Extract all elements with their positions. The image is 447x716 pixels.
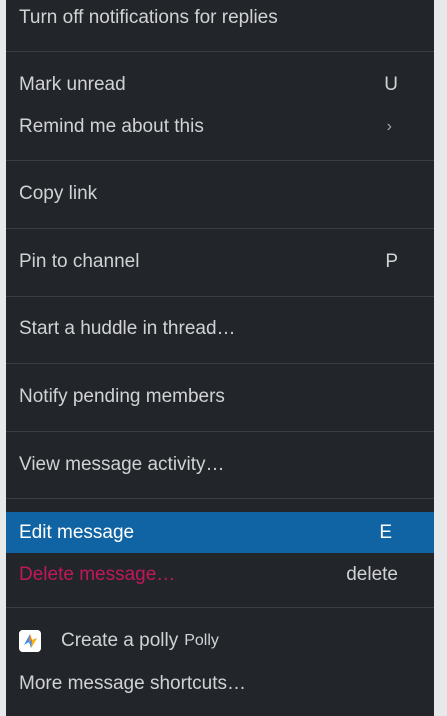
menu-divider — [6, 363, 434, 364]
menu-item-label: Edit message — [19, 521, 135, 543]
menu-item-label: Turn off notifications for replies — [19, 7, 278, 28]
chevron-right-icon: › — [386, 118, 392, 135]
menu-item-label: Mark unread — [19, 74, 126, 95]
menu-item-label: Delete message… — [19, 564, 176, 585]
menu-item-turn-off-notifications[interactable]: Turn off notifications for replies — [6, 0, 434, 36]
polly-app-icon — [19, 630, 41, 652]
shortcut-hint: delete — [346, 564, 398, 585]
menu-item-view-activity[interactable]: View message activity… — [6, 447, 434, 483]
shortcut-hint: U — [384, 74, 398, 95]
menu-divider — [6, 607, 434, 608]
shortcut-hint: P — [385, 251, 398, 272]
menu-divider — [6, 51, 434, 52]
menu-divider — [6, 498, 434, 499]
shortcut-hint: E — [379, 521, 392, 543]
menu-item-remind-me[interactable]: Remind me about this › — [6, 109, 434, 145]
menu-item-label: Copy link — [19, 183, 98, 204]
menu-divider — [6, 228, 434, 229]
menu-item-label: View message activity… — [19, 454, 225, 475]
menu-item-label: Notify pending members — [19, 386, 225, 407]
menu-divider — [6, 431, 434, 432]
menu-item-label: Create a polly — [61, 630, 179, 651]
menu-item-start-huddle[interactable]: Start a huddle in thread… — [6, 311, 434, 347]
menu-item-more-shortcuts[interactable]: More message shortcuts… — [6, 666, 434, 702]
menu-item-notify-pending[interactable]: Notify pending members — [6, 379, 434, 415]
app-name-label: Polly — [184, 632, 219, 649]
menu-item-label: Remind me about this — [19, 116, 204, 137]
menu-item-label: Pin to channel — [19, 251, 140, 272]
menu-divider — [6, 296, 434, 297]
menu-item-edit-message[interactable]: Edit message E — [6, 512, 434, 553]
menu-divider — [6, 160, 434, 161]
message-actions-menu: Turn off notifications for replies Mark … — [6, 0, 434, 716]
menu-item-label: More message shortcuts… — [19, 673, 247, 694]
menu-item-create-polly[interactable]: Create a polly Polly — [6, 623, 434, 659]
menu-item-mark-unread[interactable]: Mark unread U — [6, 67, 434, 103]
menu-item-pin-to-channel[interactable]: Pin to channel P — [6, 244, 434, 280]
menu-item-copy-link[interactable]: Copy link — [6, 176, 434, 212]
menu-item-delete-message[interactable]: Delete message… delete — [6, 557, 434, 593]
menu-item-label: Start a huddle in thread… — [19, 318, 236, 339]
